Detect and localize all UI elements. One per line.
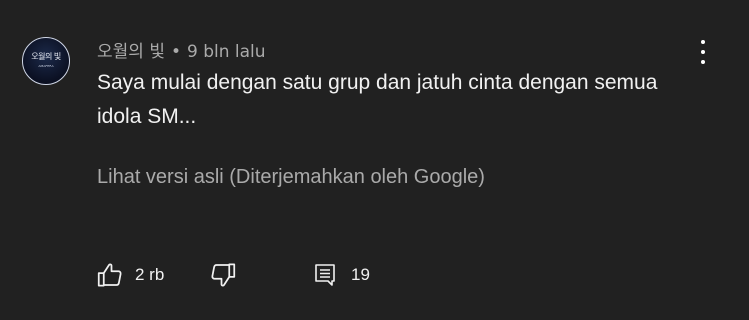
thumbs-down-icon <box>208 260 238 290</box>
more-vertical-icon <box>701 40 705 44</box>
like-button[interactable]: 2 rb <box>95 258 164 292</box>
author-name[interactable]: 오월의 빛 <box>97 42 165 62</box>
more-vertical-icon-dot <box>701 60 705 64</box>
see-original-link[interactable]: Lihat versi asli (Diterjemahkan oleh Goo… <box>97 166 485 189</box>
separator-dot: • <box>170 42 181 62</box>
comment-text: Saya mulai dengan satu grup dan jatuh ci… <box>97 71 658 128</box>
comment-header: 오월의 빛 • 9 bln lalu <box>97 37 266 62</box>
avatar-subtext: ᴬᴹᴬᴾᴱᴿᴬ <box>38 65 54 71</box>
reply-count: 19 <box>351 265 370 284</box>
comment-reply-icon <box>313 262 337 288</box>
comment-card: 오월의 빛 ᴬᴹᴬᴾᴱᴿᴬ 오월의 빛 • 9 bln lalu Saya mula… <box>0 0 749 320</box>
comment-actions: 2 rb 19 <box>0 258 749 292</box>
avatar[interactable]: 오월의 빛 ᴬᴹᴬᴾᴱᴿᴬ <box>22 37 70 85</box>
like-count: 2 rb <box>135 265 165 284</box>
comment-timestamp[interactable]: 9 bln lalu <box>187 42 266 62</box>
thumbs-up-icon <box>95 260 125 290</box>
more-vertical-icon-dot <box>701 50 705 54</box>
reply-button[interactable]: 19 <box>313 258 370 292</box>
more-options-button[interactable] <box>694 40 712 64</box>
avatar-text: 오월의 빛 <box>31 52 61 61</box>
dislike-button[interactable] <box>208 258 238 292</box>
